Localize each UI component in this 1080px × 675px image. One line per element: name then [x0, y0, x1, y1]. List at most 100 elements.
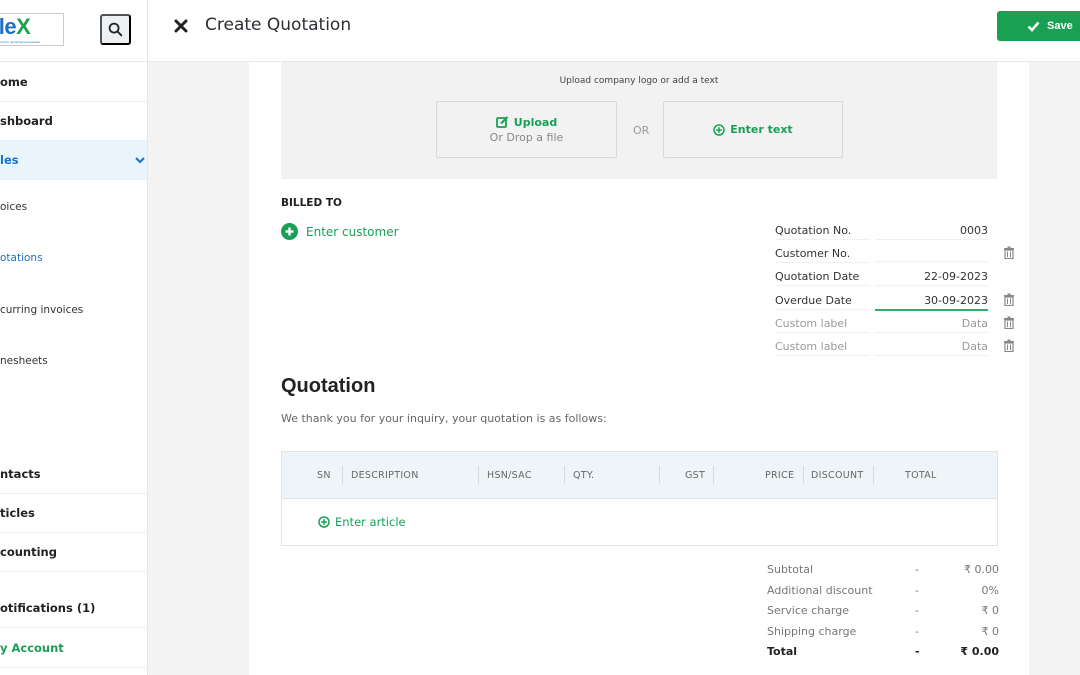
column-header: GST [685, 470, 706, 481]
sidebar-item-articles[interactable]: ticles [0, 494, 147, 532]
total-separator: - [915, 645, 920, 658]
sidebar-item-contacts[interactable]: ntacts [0, 455, 147, 493]
sidebar-item-label: y Account [0, 640, 64, 655]
field-value[interactable]: Data [875, 340, 988, 356]
totals-summary: Subtotal - ₹ 0.00 Additional discount - … [767, 563, 999, 666]
total-label: Service charge [767, 604, 849, 617]
top-bar: Create Quotation Save [148, 0, 1080, 62]
quotation-intro-text[interactable]: We thank you for your inquiry, your quot… [281, 412, 607, 425]
column-header: PRICE [765, 470, 795, 481]
column-divider [803, 466, 804, 484]
total-value: ₹ 0.00 [964, 563, 999, 576]
field-value[interactable] [875, 247, 988, 262]
save-label: Save [1047, 20, 1073, 32]
trash-icon[interactable] [1003, 339, 1015, 352]
quotation-heading[interactable]: Quotation [281, 375, 375, 398]
enter-article-button[interactable]: Enter article [318, 515, 406, 529]
enter-customer-label: Enter customer [306, 224, 399, 239]
sidebar-item-accounting[interactable]: counting [0, 533, 147, 571]
divider [0, 667, 147, 668]
column-header: DISCOUNT [811, 470, 864, 481]
sidebar: ofleX solutions for growing businesses o… [0, 0, 148, 675]
quotation-document: Upload company logo or add a text Upload… [249, 62, 1029, 675]
trash-icon[interactable] [1003, 316, 1015, 329]
field-value[interactable]: 30-09-2023 [875, 294, 988, 311]
sidebar-header: ofleX solutions for growing businesses [0, 0, 147, 62]
sidebar-item-my-account[interactable]: y Account [0, 628, 147, 667]
field-value[interactable]: 0003 [875, 224, 988, 240]
grand-total-row: Total - ₹ 0.00 [767, 645, 999, 666]
column-header: HSN/SAC [487, 470, 532, 481]
total-separator: - [915, 563, 919, 576]
sidebar-subitem-recurring-invoices[interactable]: curring invoices [0, 304, 83, 316]
sidebar-item-label: shboard [0, 114, 53, 128]
sidebar-subitem-invoices[interactable]: oices [0, 201, 27, 213]
column-divider [342, 466, 343, 484]
sidebar-item-dashboard[interactable]: shboard [0, 102, 147, 140]
custom-field-2[interactable]: Custom label Data [775, 340, 989, 358]
column-divider [659, 466, 660, 484]
logo-text: ofle [0, 14, 17, 39]
total-value: ₹ 0.00 [960, 645, 999, 658]
custom-field-1[interactable]: Custom label Data [775, 317, 989, 335]
total-label: Subtotal [767, 563, 814, 576]
overdue-date-field[interactable]: Overdue Date 30-09-2023 [775, 294, 989, 312]
customer-number-field[interactable]: Customer No. [775, 247, 989, 265]
total-value[interactable]: 0% [982, 584, 999, 597]
items-table: SN DESCRIPTION HSN/SAC QTY. GST PRICE DI… [281, 451, 998, 546]
upload-label: Upload [513, 115, 558, 129]
total-value[interactable]: ₹ 0 [982, 625, 1000, 638]
plus-circle-filled-icon [281, 223, 298, 240]
field-label[interactable]: Custom label [775, 340, 870, 356]
logo[interactable]: ofleX solutions for growing businesses [0, 13, 64, 46]
subtotal-row: Subtotal - ₹ 0.00 [767, 563, 999, 584]
column-header: QTY. [573, 470, 595, 481]
total-label: Total [767, 645, 798, 658]
search-button[interactable] [100, 14, 131, 45]
service-charge-row[interactable]: Service charge - ₹ 0 [767, 604, 999, 625]
column-divider [564, 466, 565, 484]
total-separator: - [915, 583, 919, 597]
total-separator: - [915, 624, 919, 638]
drop-hint: Or Drop a file [489, 130, 564, 144]
column-header: TOTAL [905, 470, 937, 481]
sidebar-subitem-quotations[interactable]: otations [0, 252, 43, 264]
enter-text-label: Enter text [730, 123, 793, 136]
sidebar-item-notifications[interactable]: otifications (1) [0, 589, 147, 627]
field-label: Quotation Date [775, 270, 870, 286]
close-icon[interactable] [173, 18, 189, 34]
sidebar-item-sales[interactable]: les [0, 140, 147, 180]
total-value[interactable]: ₹ 0 [982, 604, 1000, 617]
upload-logo-dropzone[interactable]: Upload Or Drop a file [436, 101, 617, 158]
trash-icon[interactable] [1003, 293, 1015, 306]
enter-customer-button[interactable]: Enter customer [281, 223, 399, 240]
field-label: Overdue Date [775, 294, 870, 310]
column-divider [478, 466, 479, 484]
sidebar-subitem-timesheets[interactable]: nesheets [0, 355, 48, 367]
search-icon [108, 22, 123, 37]
total-label: Shipping charge [767, 624, 857, 638]
total-label: Additional discount [767, 583, 873, 597]
logo-x: X [16, 14, 31, 39]
field-value[interactable]: 22-09-2023 [875, 270, 988, 286]
shipping-charge-row[interactable]: Shipping charge - ₹ 0 [767, 625, 999, 646]
divider [0, 571, 147, 572]
additional-discount-row[interactable]: Additional discount - 0% [767, 584, 999, 605]
quotation-number-field[interactable]: Quotation No. 0003 [775, 224, 989, 242]
total-separator: - [915, 604, 919, 617]
sidebar-item-label: ntacts [0, 467, 41, 481]
sidebar-item-label: counting [0, 545, 57, 559]
column-divider [713, 466, 714, 484]
upload-caption: Upload company logo or add a text [559, 76, 719, 86]
column-header: DESCRIPTION [351, 470, 419, 481]
field-value[interactable]: Data [875, 317, 988, 333]
sidebar-item-label: ticles [0, 506, 35, 520]
field-label[interactable]: Custom label [775, 317, 870, 333]
enter-text-button[interactable]: Enter text [663, 101, 843, 158]
sidebar-item-home[interactable]: ome [0, 62, 147, 101]
sidebar-item-label: ome [0, 74, 28, 89]
save-button[interactable]: Save [997, 11, 1080, 41]
or-label: OR [633, 124, 650, 137]
quotation-date-field[interactable]: Quotation Date 22-09-2023 [775, 270, 989, 288]
trash-icon[interactable] [1003, 246, 1015, 259]
